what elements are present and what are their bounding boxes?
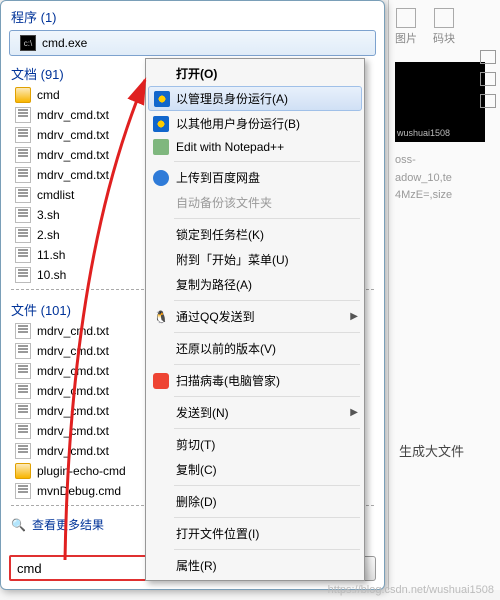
toolbar-code[interactable]: 码块 [433, 8, 455, 46]
item-label: mdrv_cmd.txt [37, 424, 109, 438]
item-label: mvnDebug.cmd [37, 484, 121, 498]
file-icon [15, 127, 31, 143]
file-icon [15, 323, 31, 339]
item-label: mdrv_cmd.txt [37, 148, 109, 162]
file-icon [15, 423, 31, 439]
file-icon [15, 363, 31, 379]
program-result-cmd[interactable]: c:\ cmd.exe [9, 30, 376, 56]
menu-edit-notepadpp[interactable]: Edit with Notepad++ [148, 136, 362, 158]
watermark: https://blog.csdn.net/wushuai1508 [328, 584, 494, 596]
file-icon [15, 343, 31, 359]
menu-send-to[interactable]: 发送到(N)▶ [148, 400, 362, 425]
folder-icon [15, 87, 31, 103]
menu-copy[interactable]: 复制(C) [148, 457, 362, 482]
editor-pane: 图片 码块 wushuai1508 oss- adow_10,te 4MzE=,… [388, 0, 500, 590]
item-label: mdrv_cmd.txt [37, 168, 109, 182]
file-icon [15, 107, 31, 123]
item-label: 2.sh [37, 228, 60, 242]
caption-text: oss- adow_10,te 4MzE=,size [389, 150, 500, 207]
file-icon [15, 403, 31, 419]
side-icon-3[interactable] [480, 94, 496, 108]
menu-run-as-other[interactable]: 以其他用户身份运行(B) [148, 111, 362, 136]
item-label: mdrv_cmd.txt [37, 364, 109, 378]
side-icon-1[interactable] [480, 50, 496, 64]
item-label: plugin-echo-cmd [37, 464, 126, 478]
folder-icon [15, 463, 31, 479]
file-icon [15, 207, 31, 223]
guard-icon [153, 373, 169, 389]
file-icon [15, 443, 31, 459]
file-icon [15, 187, 31, 203]
item-label: mdrv_cmd.txt [37, 384, 109, 398]
menu-open[interactable]: 打开(O) [148, 61, 362, 86]
shield-icon [154, 91, 170, 107]
menu-send-qq[interactable]: 🐧 通过QQ发送到▶ [148, 304, 362, 329]
item-label: 3.sh [37, 208, 60, 222]
qq-icon: 🐧 [153, 309, 169, 325]
menu-auto-backup: 自动备份该文件夹 [148, 190, 362, 215]
notepadpp-icon [153, 139, 169, 155]
file-icon [15, 247, 31, 263]
file-icon [15, 167, 31, 183]
menu-pin-start[interactable]: 附到「开始」菜单(U) [148, 247, 362, 272]
item-label: mdrv_cmd.txt [37, 128, 109, 142]
context-menu: 打开(O) 以管理员身份运行(A) 以其他用户身份运行(B) Edit with… [145, 58, 365, 581]
menu-properties[interactable]: 属性(R) [148, 553, 362, 578]
file-icon [15, 227, 31, 243]
shield-icon [153, 116, 169, 132]
file-icon [15, 267, 31, 283]
toolbar-image[interactable]: 图片 [395, 8, 417, 46]
item-label: 10.sh [37, 268, 66, 282]
search-icon: 🔍 [11, 518, 26, 532]
item-label: mdrv_cmd.txt [37, 344, 109, 358]
menu-copy-path[interactable]: 复制为路径(A) [148, 272, 362, 297]
item-label: mdrv_cmd.txt [37, 404, 109, 418]
item-label: mdrv_cmd.txt [37, 444, 109, 458]
file-icon [15, 147, 31, 163]
chevron-right-icon: ▶ [350, 407, 358, 418]
menu-pin-taskbar[interactable]: 锁定到任务栏(K) [148, 222, 362, 247]
menu-run-as-admin[interactable]: 以管理员身份运行(A) [148, 86, 362, 111]
menu-scan-virus[interactable]: 扫描病毒(电脑管家) [148, 368, 362, 393]
file-icon [15, 383, 31, 399]
chevron-right-icon: ▶ [350, 311, 358, 322]
program-name: cmd.exe [42, 36, 87, 50]
item-label: cmdlist [37, 188, 74, 202]
side-icon-2[interactable] [480, 72, 496, 86]
menu-delete[interactable]: 删除(D) [148, 489, 362, 514]
menu-restore-version[interactable]: 还原以前的版本(V) [148, 336, 362, 361]
thumbnail: wushuai1508 [395, 62, 485, 142]
baidu-icon [153, 170, 169, 186]
file-icon [15, 483, 31, 499]
menu-upload-baidu[interactable]: 上传到百度网盘 [148, 165, 362, 190]
item-label: cmd [37, 88, 60, 102]
menu-open-location[interactable]: 打开文件位置(I) [148, 521, 362, 546]
item-label: mdrv_cmd.txt [37, 324, 109, 338]
generate-file-label: 生成大文件 [399, 441, 464, 460]
section-programs: 程序 (1) [1, 1, 384, 28]
item-label: mdrv_cmd.txt [37, 108, 109, 122]
menu-cut[interactable]: 剪切(T) [148, 432, 362, 457]
cmd-icon: c:\ [20, 35, 36, 51]
item-label: 11.sh [37, 248, 65, 262]
